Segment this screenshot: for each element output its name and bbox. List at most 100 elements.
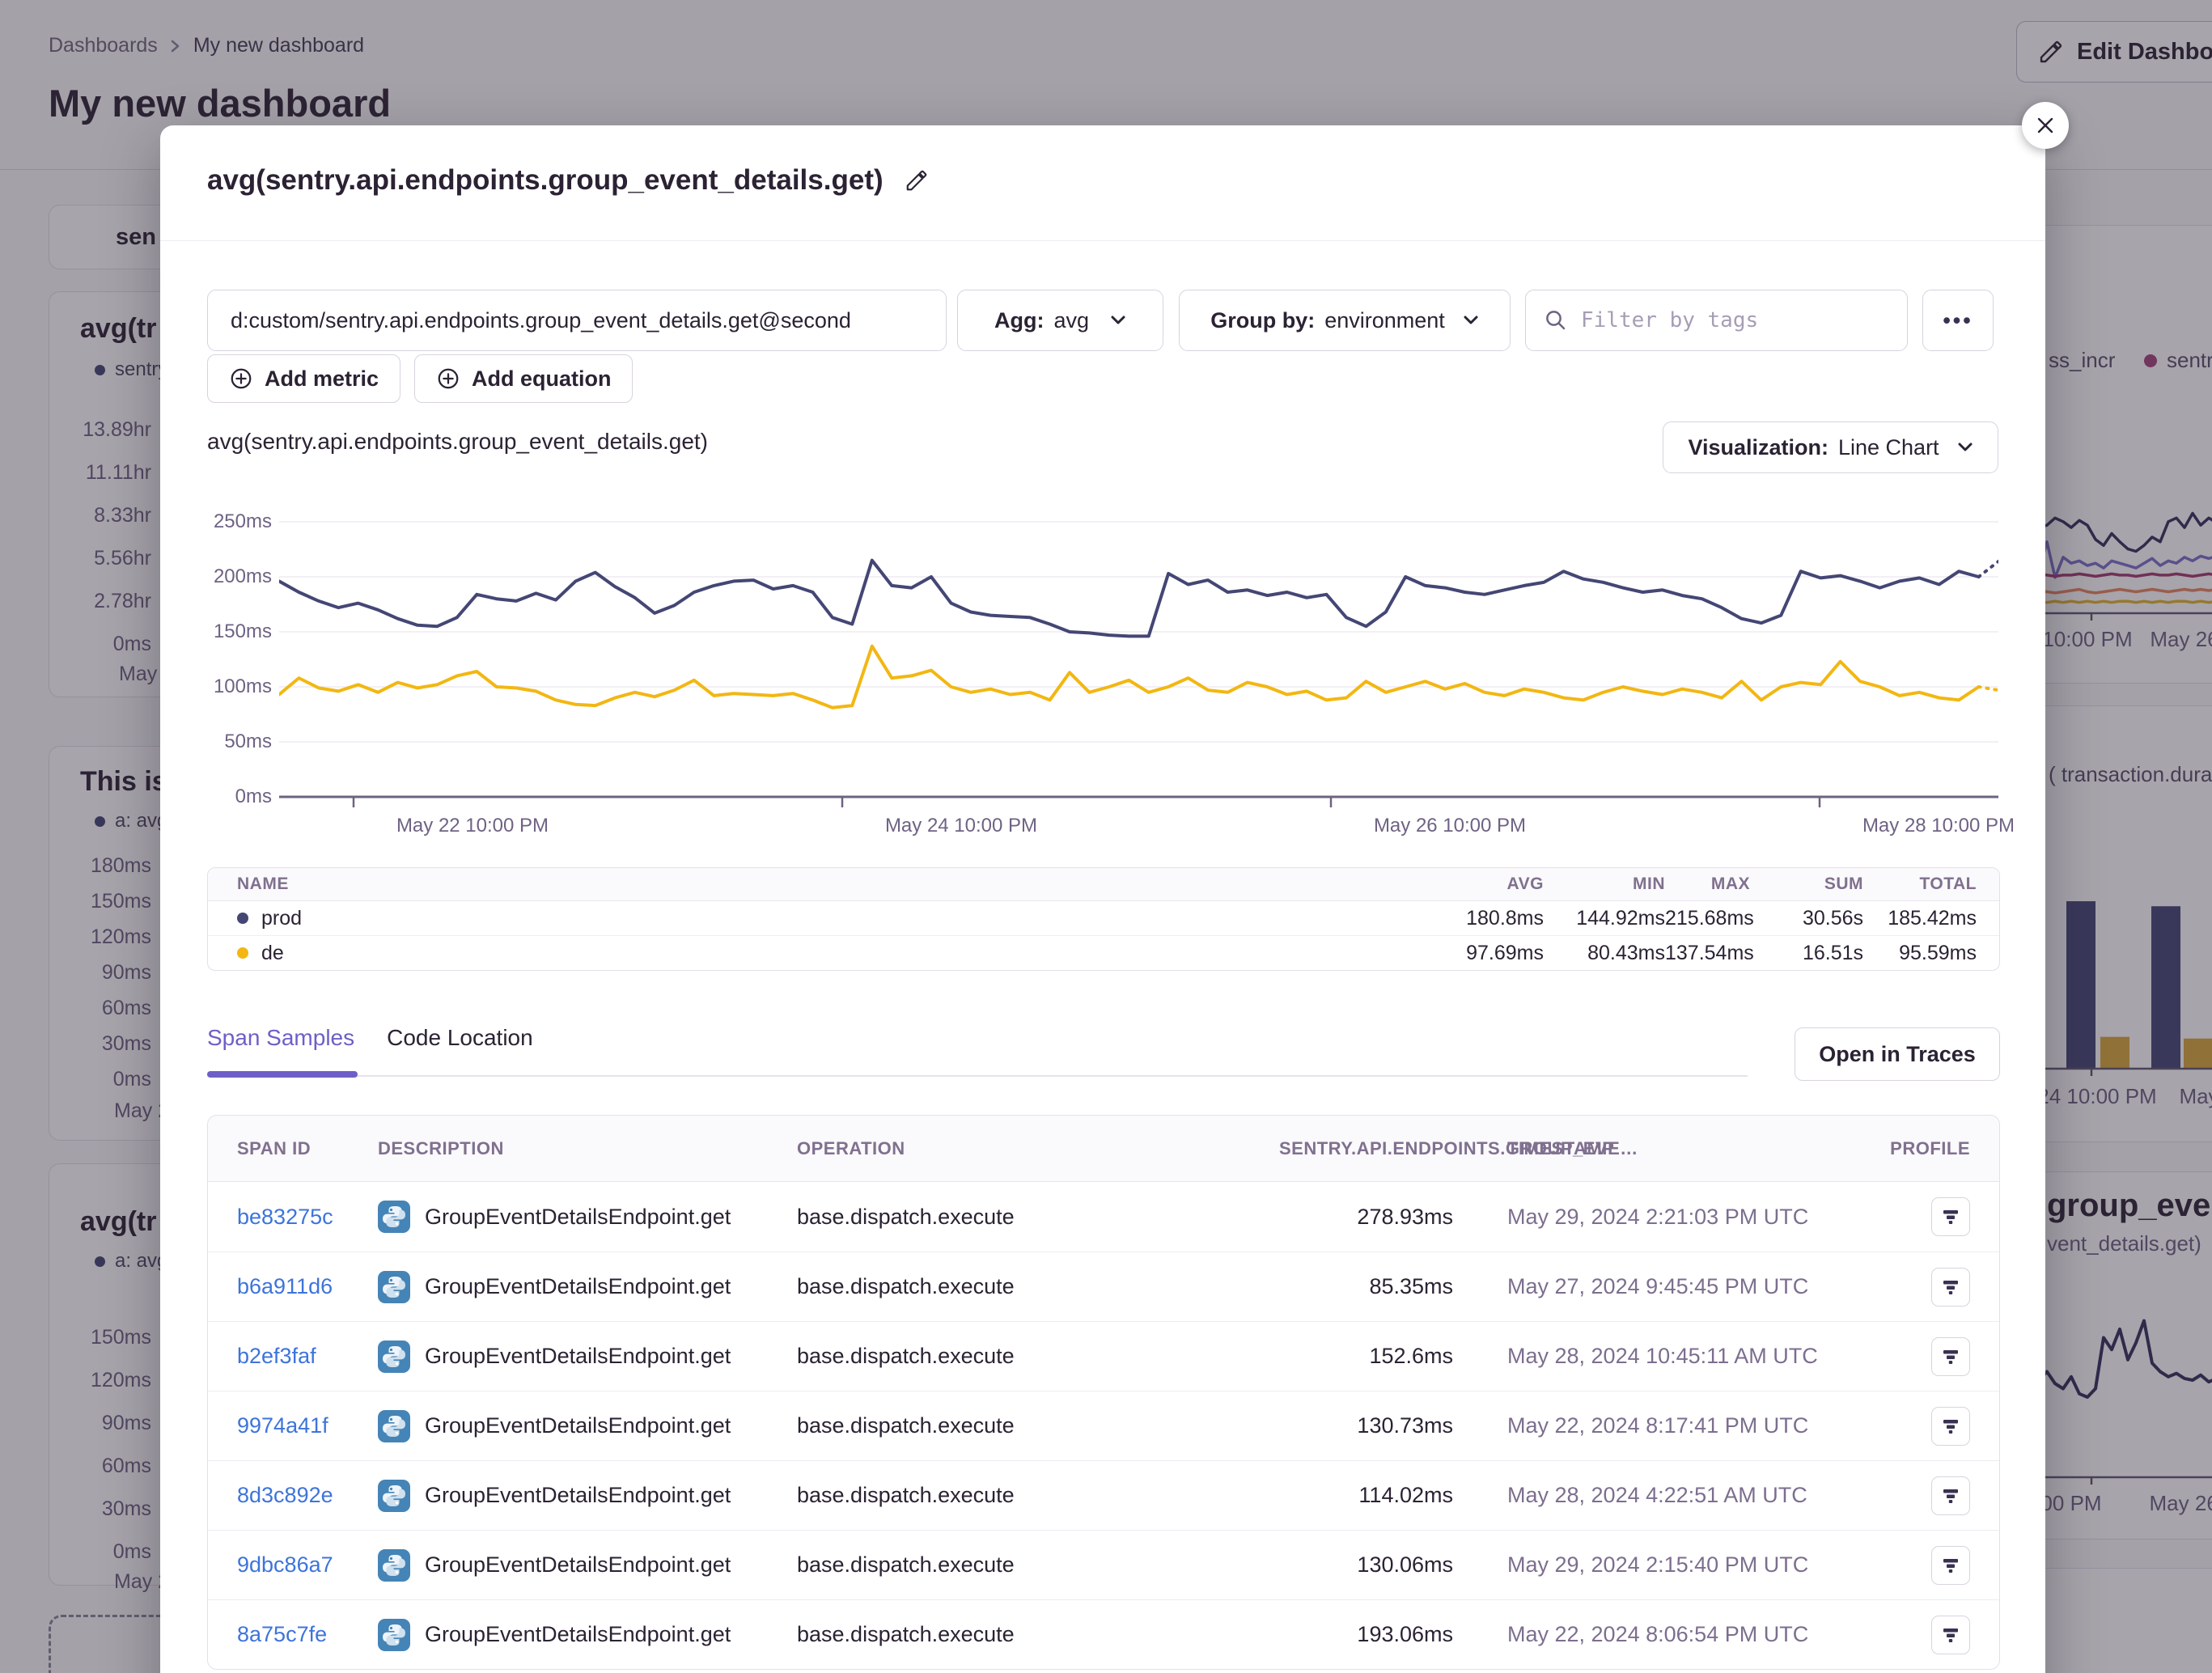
description-cell: GroupEventDetailsEndpoint.get bbox=[378, 1201, 797, 1233]
span-id-link[interactable]: be83275c bbox=[237, 1205, 333, 1229]
description-text: GroupEventDetailsEndpoint.get bbox=[425, 1483, 731, 1508]
sample-row: b2ef3fafGroupEventDetailsEndpoint.getbas… bbox=[208, 1321, 1999, 1391]
tab-row: Span Samples Code Location bbox=[207, 1025, 533, 1051]
y-tick-label: 50ms bbox=[199, 729, 272, 755]
summary-column-header: MIN bbox=[1544, 875, 1665, 894]
summary-column-header: TOTAL bbox=[1863, 875, 1977, 894]
profile-icon bbox=[1941, 1207, 1960, 1226]
y-tick-label: 200ms bbox=[199, 564, 272, 590]
timestamp-cell: May 22, 2024 8:06:54 PM UTC bbox=[1507, 1622, 1886, 1647]
summary-value-avg: 97.69ms bbox=[1439, 942, 1544, 965]
chevron-down-icon bbox=[1957, 442, 1973, 453]
span-id-link[interactable]: 8d3c892e bbox=[237, 1483, 333, 1507]
profile-button[interactable] bbox=[1931, 1616, 1970, 1654]
open-in-traces-button[interactable]: Open in Traces bbox=[1795, 1027, 2000, 1081]
legend-dot bbox=[237, 913, 248, 924]
sample-row: b6a911d6GroupEventDetailsEndpoint.getbas… bbox=[208, 1252, 1999, 1321]
add-equation-button[interactable]: Add equation bbox=[414, 354, 633, 403]
description-cell: GroupEventDetailsEndpoint.get bbox=[378, 1549, 797, 1582]
summary-value-total: 185.42ms bbox=[1863, 907, 1977, 930]
line-chart bbox=[279, 510, 1998, 813]
profile-button[interactable] bbox=[1931, 1197, 1970, 1236]
samples-column-header: SENTRY.API.ENDPOINTS.GROUP_EVE… bbox=[1279, 1138, 1507, 1159]
groupby-label: Group by: bbox=[1210, 308, 1315, 333]
x-tick-label: May 24 10:00 PM bbox=[840, 815, 1083, 837]
active-tab-indicator bbox=[207, 1071, 358, 1078]
summary-value-sum: 30.56s bbox=[1750, 907, 1863, 930]
duration-cell: 278.93ms bbox=[1279, 1205, 1507, 1230]
operation-cell: base.dispatch.execute bbox=[797, 1552, 1279, 1578]
timestamp-cell: May 29, 2024 2:15:40 PM UTC bbox=[1507, 1552, 1886, 1578]
duration-cell: 130.73ms bbox=[1279, 1413, 1507, 1438]
profile-cell bbox=[1886, 1407, 1970, 1446]
modal-title-row: avg(sentry.api.endpoints.group_event_det… bbox=[207, 164, 929, 197]
filter-placeholder: Filter by tags bbox=[1581, 308, 1758, 332]
profile-cell bbox=[1886, 1268, 1970, 1307]
span-id-link[interactable]: b6a911d6 bbox=[237, 1274, 333, 1298]
legend-dot bbox=[237, 947, 248, 959]
operation-cell: base.dispatch.execute bbox=[797, 1413, 1279, 1438]
profile-icon bbox=[1941, 1556, 1960, 1575]
description-text: GroupEventDetailsEndpoint.get bbox=[425, 1622, 731, 1647]
summary-row[interactable]: de97.69ms80.43ms137.54ms16.51s95.59ms bbox=[208, 935, 1999, 970]
operation-cell: base.dispatch.execute bbox=[797, 1205, 1279, 1230]
span-id-link[interactable]: 9974a41f bbox=[237, 1413, 328, 1438]
span-id-cell: 9974a41f bbox=[237, 1413, 378, 1438]
summary-value-avg: 180.8ms bbox=[1439, 907, 1544, 930]
operation-cell: base.dispatch.execute bbox=[797, 1274, 1279, 1299]
sample-row: be83275c GroupEventDetailsEndpoint.get bas… bbox=[208, 1182, 1999, 1252]
profile-button[interactable] bbox=[1931, 1337, 1970, 1376]
profile-button[interactable] bbox=[1931, 1407, 1970, 1446]
close-icon bbox=[2034, 114, 2057, 137]
operation-cell: base.dispatch.execute bbox=[797, 1344, 1279, 1369]
summary-column-header: SUM bbox=[1750, 875, 1863, 894]
samples-column-header: TIMESTAMP bbox=[1507, 1138, 1886, 1159]
samples-column-header: SPAN ID bbox=[237, 1138, 378, 1159]
span-id-link[interactable]: b2ef3faf bbox=[237, 1344, 316, 1368]
tab-code-location[interactable]: Code Location bbox=[387, 1025, 533, 1051]
description-cell: GroupEventDetailsEndpoint.get bbox=[378, 1410, 797, 1442]
search-icon bbox=[1544, 308, 1568, 332]
close-button[interactable] bbox=[2022, 102, 2069, 149]
tab-span-samples[interactable]: Span Samples bbox=[207, 1025, 354, 1051]
visualization-select[interactable]: Visualization: Line Chart bbox=[1663, 421, 1998, 473]
x-tick-label: May 22 10:00 PM bbox=[351, 815, 594, 837]
timestamp-cell: May 29, 2024 2:21:03 PM UTC bbox=[1507, 1205, 1886, 1230]
summary-row[interactable]: prod180.8ms144.92ms215.68ms30.56s185.42m… bbox=[208, 901, 1999, 935]
edit-title-pencil-icon[interactable] bbox=[905, 168, 929, 193]
summary-value-sum: 16.51s bbox=[1750, 942, 1863, 965]
profile-cell bbox=[1886, 1616, 1970, 1654]
filter-by-tags-input[interactable]: Filter by tags bbox=[1525, 290, 1908, 351]
profile-button[interactable] bbox=[1931, 1268, 1970, 1307]
add-equation-label: Add equation bbox=[472, 366, 611, 392]
agg-select[interactable]: Agg: avg bbox=[957, 290, 1163, 351]
span-id-link[interactable]: 8a75c7fe bbox=[237, 1622, 327, 1646]
metric-query-input[interactable]: d:custom/sentry.api.endpoints.group_even… bbox=[207, 290, 947, 351]
summary-value-max: 137.54ms bbox=[1665, 942, 1750, 965]
add-metric-label: Add metric bbox=[265, 366, 379, 392]
ellipsis-icon: ••• bbox=[1943, 308, 1973, 333]
span-samples-table: SPAN IDDESCRIPTIONOPERATIONSENTRY.API.EN… bbox=[207, 1115, 2000, 1670]
span-id-link[interactable]: 9dbc86a7 bbox=[237, 1552, 333, 1577]
description-text: GroupEventDetailsEndpoint.get bbox=[425, 1205, 731, 1230]
y-tick-label: 250ms bbox=[199, 509, 272, 535]
profile-cell bbox=[1886, 1546, 1970, 1585]
add-metric-button[interactable]: Add metric bbox=[207, 354, 400, 403]
timestamp-cell: May 28, 2024 10:45:11 AM UTC bbox=[1507, 1344, 1886, 1369]
profile-button[interactable] bbox=[1931, 1546, 1970, 1585]
python-icon bbox=[378, 1341, 410, 1373]
line-chart-canvas bbox=[279, 510, 1998, 813]
operation-cell: base.dispatch.execute bbox=[797, 1483, 1279, 1508]
profile-icon bbox=[1941, 1347, 1960, 1366]
samples-column-header: DESCRIPTION bbox=[378, 1138, 797, 1159]
profile-button[interactable] bbox=[1931, 1476, 1970, 1515]
python-icon bbox=[378, 1480, 410, 1512]
groupby-select[interactable]: Group by: environment bbox=[1179, 290, 1511, 351]
description-cell: GroupEventDetailsEndpoint.get bbox=[378, 1480, 797, 1512]
profile-icon bbox=[1941, 1417, 1960, 1436]
series-name-cell: prod bbox=[237, 907, 1439, 930]
operation-cell: base.dispatch.execute bbox=[797, 1622, 1279, 1647]
groupby-value: environment bbox=[1324, 308, 1445, 333]
overflow-menu-button[interactable]: ••• bbox=[1922, 290, 1994, 351]
screen: Dashboards My new dashboard My new dashb… bbox=[0, 0, 2212, 1673]
